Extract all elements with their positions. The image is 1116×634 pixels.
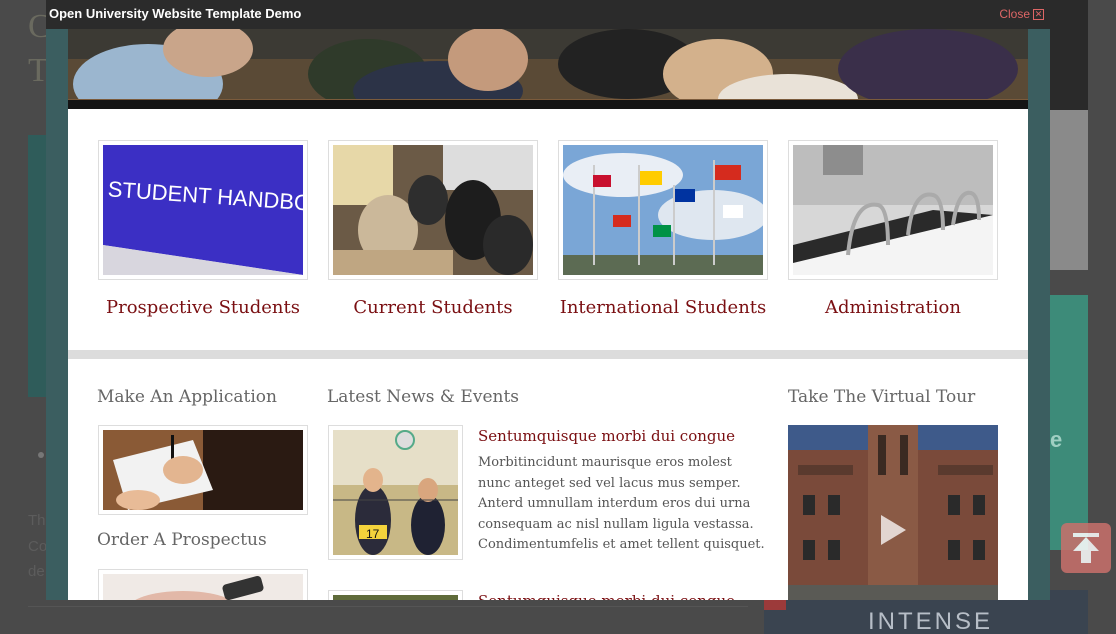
news-thumbnail-2[interactable] xyxy=(328,590,463,600)
arrow-up-icon xyxy=(1073,533,1099,563)
audience-cards: STUDENT HANDBOOK Prospective Students Cu… xyxy=(98,140,998,340)
section-divider xyxy=(68,350,1028,359)
card-administration[interactable]: Administration xyxy=(788,140,998,318)
background-teal-panel: e xyxy=(1050,295,1088,550)
news-title-2[interactable]: Sentumquisque morbi dui congue xyxy=(478,592,735,600)
apply-thumbnail[interactable] xyxy=(98,425,308,515)
news-title-1[interactable]: Sentumquisque morbi dui congue xyxy=(478,427,735,445)
svg-text:17: 17 xyxy=(366,527,380,541)
background-panel xyxy=(28,135,48,397)
prospective-students-thumbnail[interactable]: STUDENT HANDBOOK xyxy=(98,140,308,280)
background-red-tab xyxy=(764,600,786,610)
background-dot xyxy=(38,452,44,458)
international-students-thumbnail[interactable] xyxy=(558,140,768,280)
administration-thumbnail[interactable] xyxy=(788,140,998,280)
scroll-top-button[interactable] xyxy=(1061,523,1111,573)
background-divider xyxy=(28,606,748,607)
card-international-students[interactable]: International Students xyxy=(558,140,768,318)
close-label: Close xyxy=(999,7,1030,21)
close-button[interactable]: Close ✕ xyxy=(999,7,1044,21)
news-body-1: Morbitincidunt maurisque eros molest nun… xyxy=(478,455,765,552)
apply-heading: Make An Application xyxy=(97,387,277,407)
news-heading: Latest News & Events xyxy=(327,387,520,407)
background-teal-glyph: e xyxy=(1050,427,1063,452)
background-text-1: Th xyxy=(28,512,46,529)
background-image-dark xyxy=(1050,0,1088,110)
virtual-tour-video[interactable] xyxy=(788,425,998,600)
card-prospective-students[interactable]: STUDENT HANDBOOK Prospective Students xyxy=(98,140,308,318)
tour-heading: Take The Virtual Tour xyxy=(788,387,976,407)
background-image-gray xyxy=(1050,110,1088,270)
current-students-thumbnail[interactable] xyxy=(328,140,538,280)
card-label[interactable]: Current Students xyxy=(328,297,538,318)
hero-image xyxy=(68,29,1028,109)
lightbox-title: Open University Website Template Demo xyxy=(49,6,302,21)
card-label[interactable]: Prospective Students xyxy=(98,297,308,318)
prospectus-thumbnail[interactable] xyxy=(98,569,308,600)
card-current-students[interactable]: Current Students xyxy=(328,140,538,318)
news-thumbnail-1[interactable]: 17 xyxy=(328,425,463,560)
background-text-2: Co xyxy=(28,538,48,555)
close-icon: ✕ xyxy=(1033,8,1044,20)
background-banner-text: INTENSE xyxy=(868,608,994,634)
background-text-3: de xyxy=(28,563,45,580)
prospectus-heading: Order A Prospectus xyxy=(97,530,267,550)
lightbox-titlebar: Open University Website Template Demo Cl… xyxy=(46,0,1050,29)
lightbox-content: STUDENT HANDBOOK Prospective Students Cu… xyxy=(68,29,1028,600)
card-label[interactable]: Administration xyxy=(788,297,998,318)
card-label[interactable]: International Students xyxy=(558,297,768,318)
hero-bottom-bar xyxy=(68,100,1028,109)
